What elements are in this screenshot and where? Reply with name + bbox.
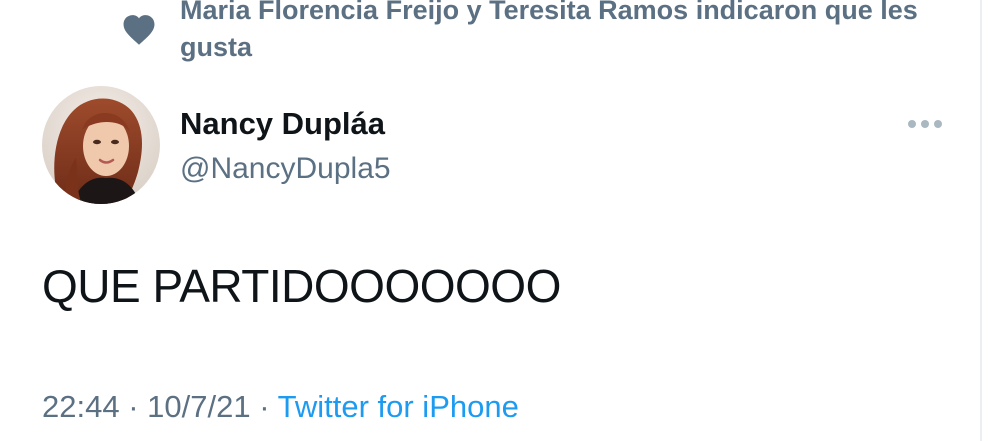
avatar-image <box>42 86 160 204</box>
tweet-text: QUE PARTIDOOOOOOO <box>42 260 561 312</box>
tweet-metadata: 22:44 · 10/7/21 · Twitter for iPhone <box>42 386 519 428</box>
tweet-date[interactable]: 10/7/21 <box>147 389 250 424</box>
tweet-time[interactable]: 22:44 <box>42 389 120 424</box>
author-name[interactable]: Nancy Dupláa <box>180 104 385 144</box>
meta-separator: · <box>259 389 270 424</box>
social-context-text[interactable]: Maria Florencia Freijo y Teresita Ramos … <box>180 0 970 66</box>
tweet-source-link[interactable]: Twitter for iPhone <box>278 389 519 424</box>
more-options-button[interactable] <box>898 110 952 138</box>
social-context: Maria Florencia Freijo y Teresita Ramos … <box>120 0 960 66</box>
more-icon-dot <box>921 120 929 128</box>
more-icon-dot <box>908 120 916 128</box>
author-handle[interactable]: @NancyDupla5 <box>180 150 391 188</box>
heart-icon <box>123 15 155 45</box>
meta-separator: · <box>128 389 139 424</box>
avatar[interactable] <box>42 86 160 204</box>
timeline-border <box>980 0 982 441</box>
more-icon-dot <box>934 120 942 128</box>
